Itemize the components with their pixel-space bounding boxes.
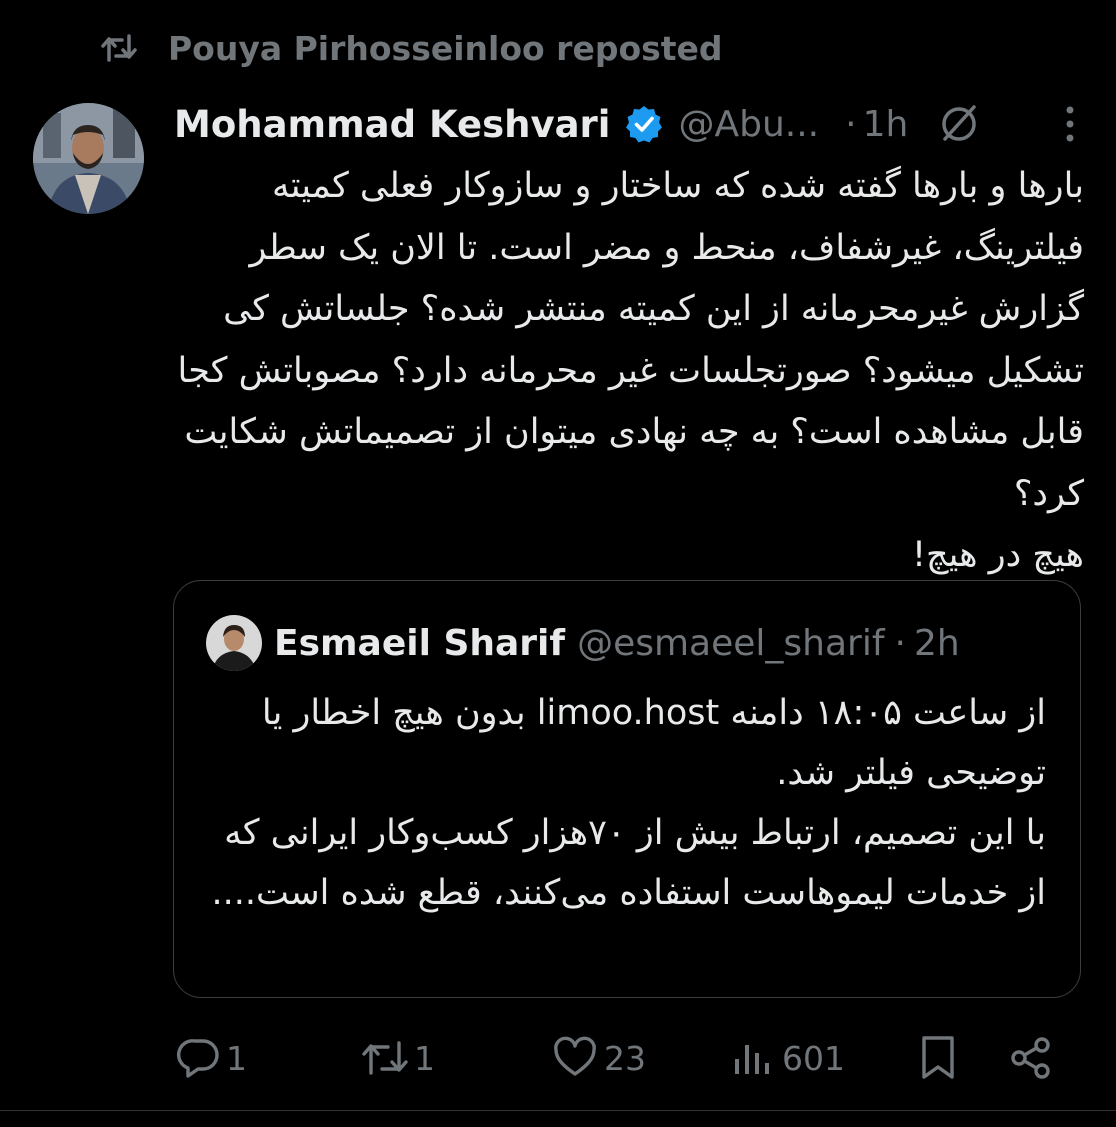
tweet-time[interactable]: 1h — [863, 104, 909, 145]
reply-button[interactable]: 1 — [176, 1030, 247, 1086]
quoted-tweet-header: Esmaeil Sharif @esmaeel_sharif · 2h — [206, 615, 960, 671]
like-button[interactable]: 23 — [552, 1030, 646, 1086]
time-separator: · — [845, 103, 857, 145]
repost-label[interactable]: Pouya Pirhosseinloo reposted — [168, 29, 723, 68]
quoted-time-separator: · — [894, 622, 906, 664]
reply-icon — [177, 1039, 219, 1078]
share-icon — [1011, 1037, 1050, 1079]
views-button[interactable]: 601 — [730, 1030, 845, 1086]
tweet-text: بارها و بارها گفته شده که ساختار و سازوک… — [177, 166, 1084, 575]
quoted-tweet-text: از ساعت ۱۸:۰۵ دامنه limoo.host بدون هیچ … — [211, 693, 1046, 913]
quoted-tweet[interactable]: Esmaeil Sharif @esmaeel_sharif · 2h از س… — [173, 580, 1081, 998]
tweet-action-bar: 1 1 23 601 — [174, 1030, 1064, 1086]
views-icon — [735, 1045, 769, 1074]
views-count: 601 — [782, 1038, 845, 1078]
author-name[interactable]: Mohammad Keshvari — [174, 103, 610, 146]
tweet-header: Mohammad Keshvari @Abu... · 1h — [174, 96, 1084, 152]
bookmark-icon — [922, 1036, 954, 1079]
like-count: 23 — [604, 1038, 646, 1078]
verified-badge-icon[interactable] — [624, 104, 664, 144]
author-avatar[interactable] — [33, 103, 144, 214]
reply-count: 1 — [226, 1038, 247, 1078]
more-options-icon[interactable] — [1064, 102, 1076, 146]
author-handle[interactable]: @Abu... — [678, 104, 819, 145]
repost-count: 1 — [414, 1038, 435, 1078]
divider — [0, 1110, 1116, 1111]
quoted-tweet-time[interactable]: 2h — [914, 623, 960, 664]
bookmark-button[interactable] — [916, 1030, 960, 1086]
share-button[interactable] — [1008, 1030, 1054, 1086]
repost-icon — [362, 1041, 408, 1075]
repost-icon — [101, 34, 137, 62]
quoted-author-handle[interactable]: @esmaeel_sharif — [577, 623, 884, 664]
quoted-author-name[interactable]: Esmaeil Sharif — [274, 623, 565, 664]
heart-icon — [554, 1036, 596, 1076]
quoted-author-avatar[interactable] — [206, 615, 262, 671]
grok-icon[interactable] — [938, 103, 980, 145]
repost-button[interactable]: 1 — [360, 1030, 435, 1086]
repost-indicator[interactable]: Pouya Pirhosseinloo reposted — [100, 26, 723, 70]
